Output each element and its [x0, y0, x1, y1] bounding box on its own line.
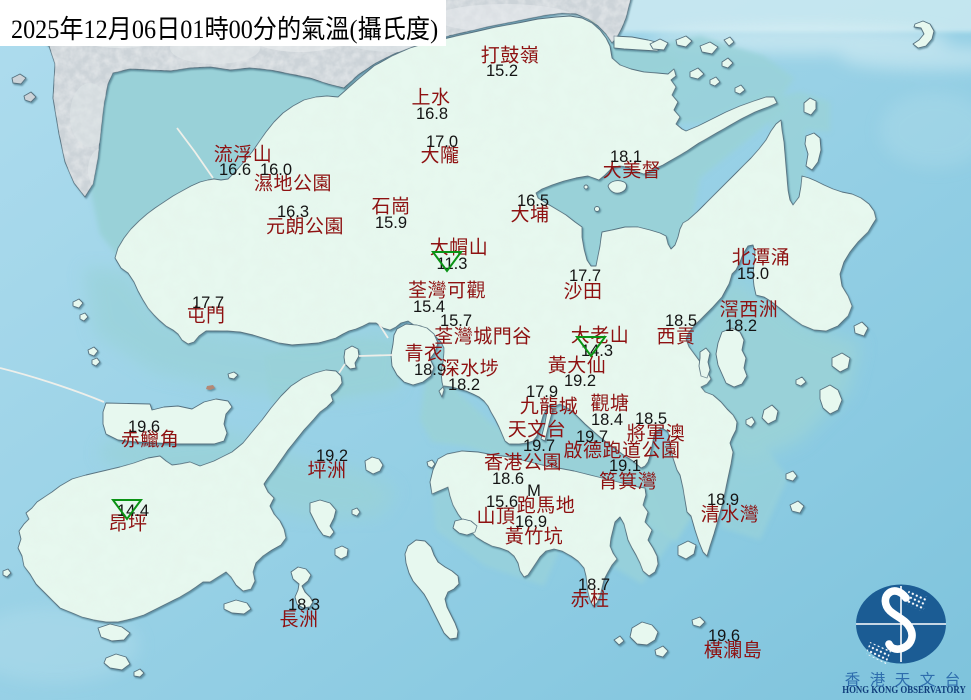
hko-logo-en: HONG KONG OBSERVATORY	[842, 685, 966, 696]
green-triangle-marker	[431, 251, 463, 273]
hko-logo-emblem	[856, 584, 946, 664]
hko-temperature-map: 打鼓嶺 15.2 上水 16.8 大隴 17.0 流浮山 16.6 濕地公園 16.0 元朗公園 16…	[0, 0, 971, 700]
green-triangle-marker	[111, 499, 143, 521]
station-markers	[111, 251, 607, 521]
title-bar: 2025年12月06日01時00分的氣溫(攝氏度)	[0, 0, 446, 46]
hko-logo: 香港天文台 HONG KONG OBSERVATORY	[834, 576, 971, 700]
green-triangle-marker	[575, 336, 607, 358]
map-title: 2025年12月06日01時00分的氣溫(攝氏度)	[11, 15, 439, 44]
